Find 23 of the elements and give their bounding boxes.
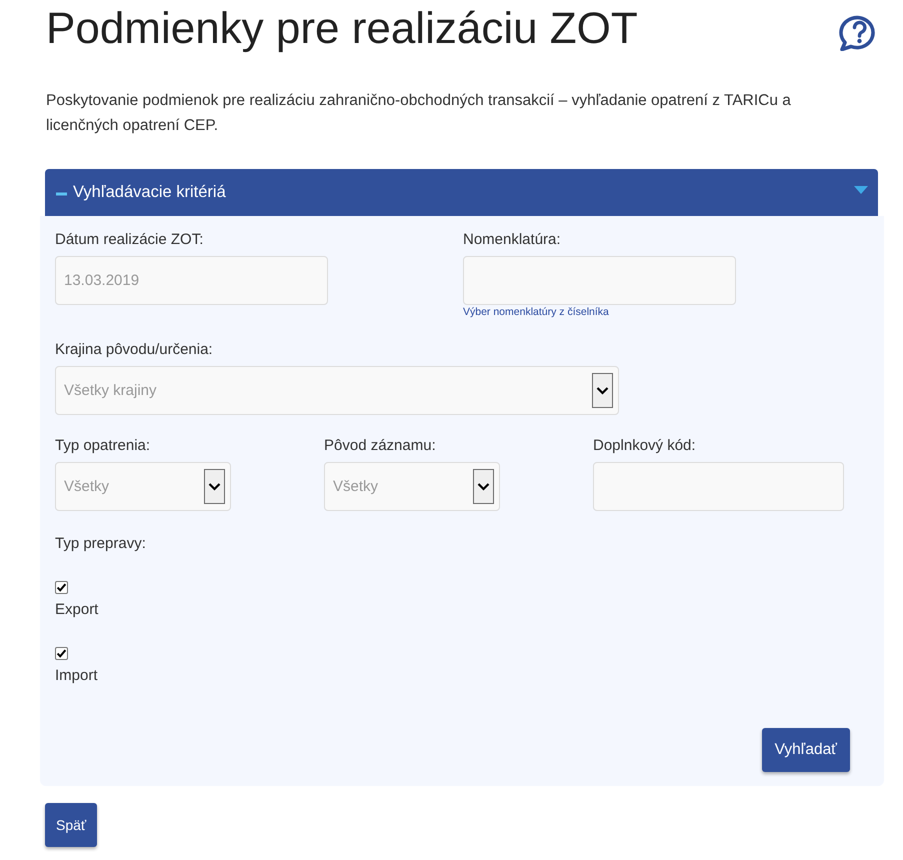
page-title: Podmienky pre realizáciu ZOT (46, 3, 638, 55)
checkbox-label: Export (55, 600, 98, 620)
catalog-link[interactable]: Výber nomenklatúry z číselníka (463, 306, 609, 319)
field-label: Krajina pôvodu/určenia: (55, 340, 213, 360)
input-field[interactable] (463, 256, 736, 305)
checkbox-label: Import (55, 666, 98, 686)
field-label: Pôvod záznamu: (324, 436, 436, 456)
field-label: Typ opatrenia: (55, 436, 150, 456)
chevron-down-icon[interactable] (204, 469, 225, 504)
panel-header[interactable]: Vyhľadávacie kritériá (45, 169, 878, 216)
chevron-down-icon[interactable] (473, 469, 494, 504)
checkbox[interactable] (55, 581, 68, 594)
checkbox[interactable] (55, 647, 68, 660)
field-label: Dátum realizácie ZOT: (55, 230, 204, 250)
field-label: Nomenklatúra: (463, 230, 561, 250)
field-label: Typ prepravy: (55, 534, 146, 554)
chevron-down-icon[interactable] (592, 373, 613, 408)
field-label: Doplnkový kód: (593, 436, 696, 456)
back-button[interactable]: Späť (45, 803, 98, 847)
page-description: Poskytovanie podmienok pre realizáciu zahranično-obchodných transakcií – vyhľadanie opatrení z TARICu a licenčných opatrení CEP. (46, 91, 792, 136)
minus-icon (56, 190, 67, 196)
input-field[interactable] (593, 462, 844, 511)
search-button[interactable]: Vyhľadať (762, 728, 850, 772)
